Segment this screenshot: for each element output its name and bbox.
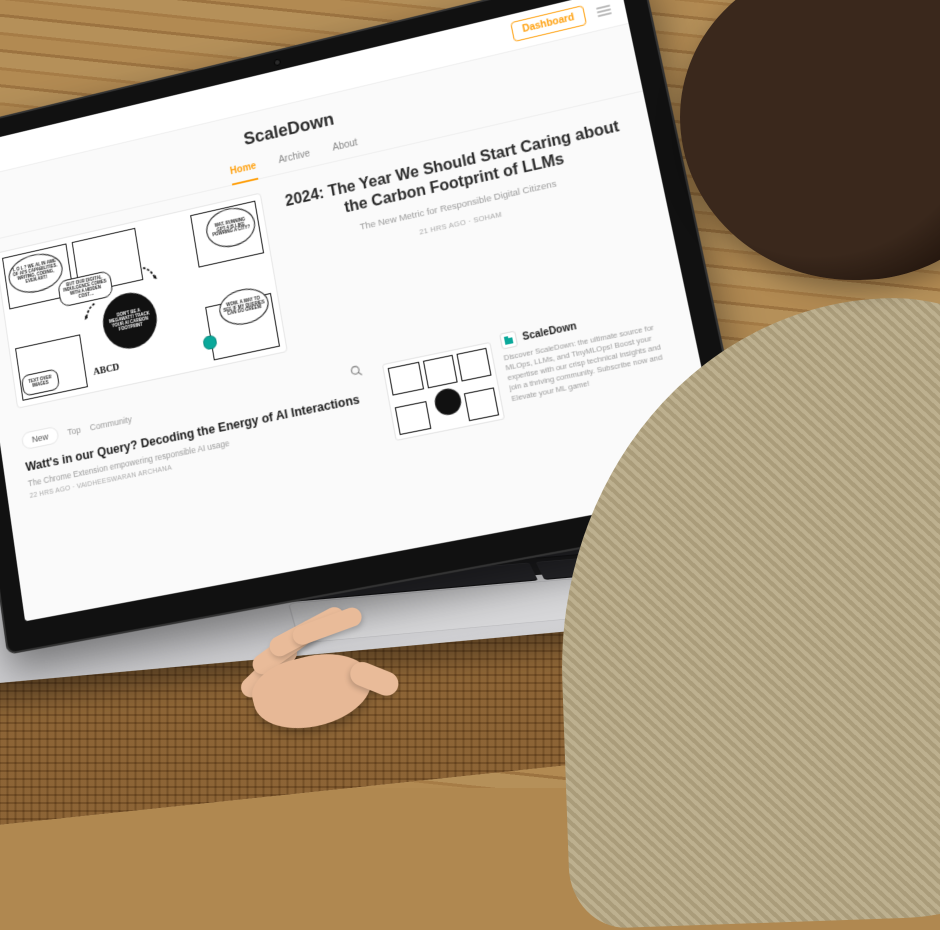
- webpage: Dashboard ScaleDown Home Archive About: [0, 0, 727, 621]
- handwritten-label: ABCD: [93, 362, 121, 378]
- tab-home[interactable]: Home: [229, 155, 259, 184]
- brand-logo-icon: [499, 331, 518, 350]
- key-arrow[interactable]: [751, 540, 805, 561]
- menu-icon[interactable]: [596, 4, 612, 17]
- key-arrow[interactable]: [655, 548, 708, 569]
- key-opt[interactable]: [606, 552, 659, 573]
- filter-top[interactable]: Top: [67, 425, 82, 437]
- article-thumbnail[interactable]: [382, 342, 505, 441]
- key-cmd[interactable]: [536, 557, 610, 580]
- screen: Dashboard ScaleDown Home Archive About: [0, 0, 727, 621]
- arrow-icon: [77, 300, 100, 325]
- key-arrow[interactable]: [703, 544, 757, 565]
- filter-community[interactable]: Community: [89, 414, 132, 432]
- callout-circle: DON'T BE A MEGAWATT! TRACK YOUR AI CARBO…: [99, 288, 161, 354]
- arrow-icon: [139, 261, 162, 286]
- filter-new[interactable]: New: [21, 426, 60, 451]
- search-icon[interactable]: [349, 363, 364, 381]
